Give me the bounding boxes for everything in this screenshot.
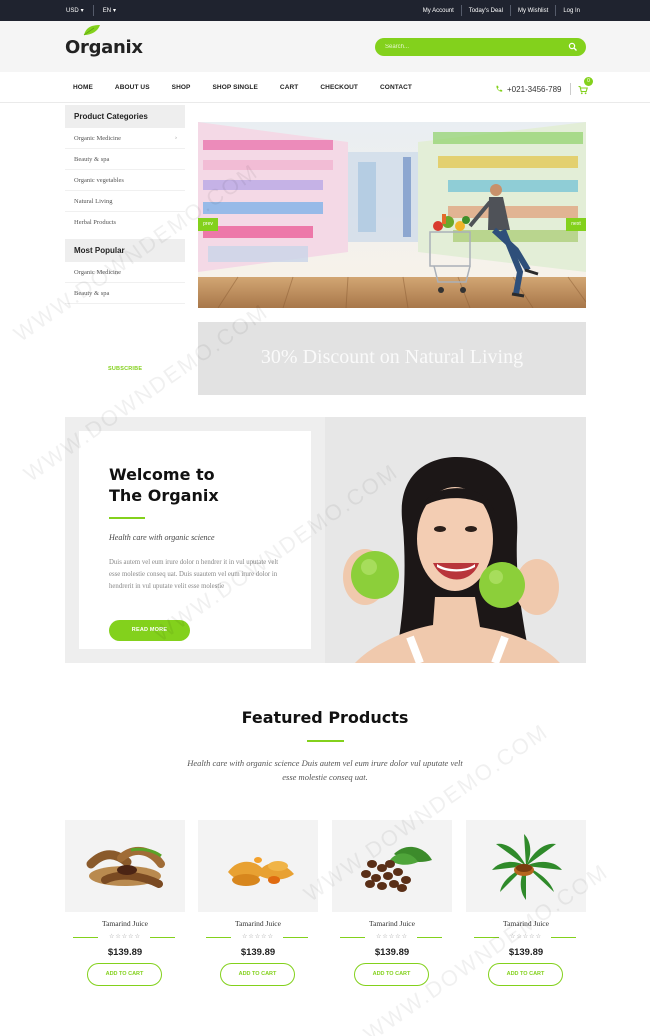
nav-item-home[interactable]: HOME — [73, 84, 93, 91]
welcome-section: Welcome to The Organix Health care with … — [65, 417, 586, 663]
sidebar-item-organic-vegetables[interactable]: Organic vegetables — [65, 170, 185, 191]
todays-deal-link[interactable]: Today's Deal — [469, 8, 503, 14]
product-card[interactable]: Tamarind Juice ☆☆☆☆☆ $139.89 ADD TO CART — [198, 820, 318, 990]
popular-item-label: Organic Medicine — [74, 269, 121, 276]
divider — [150, 937, 175, 938]
divider — [569, 83, 571, 95]
sidebar-item-natural-living[interactable]: Natural Living — [65, 191, 185, 212]
sidebar-item-organic-medicine[interactable]: Organic Medicine › — [65, 128, 185, 149]
nav-item-contact[interactable]: CONTACT — [380, 84, 412, 91]
divider — [509, 5, 511, 16]
product-card[interactable]: Tamarind Juice ☆☆☆☆☆ $139.89 ADD TO CART — [466, 820, 586, 990]
product-name[interactable]: Tamarind Juice — [65, 919, 185, 928]
sidebar: Product Categories Organic Medicine › Be… — [65, 105, 185, 304]
currency-label: USD — [66, 7, 79, 14]
featured-title: Featured Products — [241, 708, 409, 727]
product-image-neem-leaves[interactable] — [466, 820, 586, 912]
add-to-cart-button[interactable]: ADD TO CART — [354, 963, 429, 986]
sidebar-item-label: Herbal Products — [74, 219, 117, 226]
product-name[interactable]: Tamarind Juice — [332, 919, 452, 928]
top-bar: USD ▾ EN ▾ My Account Today's Deal My Wi… — [0, 0, 650, 21]
chevron-right-icon: › — [175, 135, 177, 141]
divider — [551, 937, 576, 938]
hero-slider: prev next — [198, 122, 586, 308]
sidebar-item-label: Organic Medicine — [74, 135, 121, 142]
product-image-coffee[interactable] — [332, 820, 452, 912]
popular-heading: Most Popular — [65, 239, 185, 262]
product-price: $139.89 — [508, 947, 544, 958]
sidebar-item-label: Beauty & spa — [74, 156, 110, 163]
product-card[interactable]: Tamarind Juice ☆☆☆☆☆ $139.89 ADD TO CART — [65, 820, 185, 990]
logo[interactable]: Organix — [65, 25, 143, 58]
divider — [417, 937, 442, 938]
categories-heading: Product Categories — [65, 105, 185, 128]
phone-number[interactable]: +021-3456-789 — [495, 83, 571, 95]
nav-item-about[interactable]: ABOUT US — [115, 84, 150, 91]
logo-text: Organix — [65, 37, 143, 58]
popular-item-beauty-spa[interactable]: Beauty & spa — [65, 283, 185, 304]
product-name[interactable]: Tamarind Juice — [198, 919, 318, 928]
sidebar-item-label: Organic vegetables — [74, 177, 124, 184]
divider — [460, 5, 462, 16]
slider-next-button[interactable]: next — [566, 218, 586, 231]
leaf-icon — [83, 25, 100, 36]
chevron-down-icon: ▾ — [80, 8, 84, 14]
slider-prev-button[interactable]: prev — [198, 218, 218, 231]
welcome-card: Welcome to The Organix Health care with … — [79, 431, 311, 649]
language-label: EN — [102, 7, 112, 14]
phone-icon — [496, 85, 503, 92]
add-to-cart-button[interactable]: ADD TO CART — [488, 963, 563, 986]
nav-item-shop[interactable]: SHOP — [172, 84, 191, 91]
product-price: $139.89 — [240, 947, 276, 958]
title-underline — [307, 740, 344, 742]
search-bar — [375, 38, 586, 56]
nav-item-shop-single[interactable]: SHOP SINGLE — [212, 84, 257, 91]
search-input[interactable] — [385, 41, 565, 53]
product-price: $139.89 — [374, 947, 410, 958]
login-link[interactable]: Log In — [563, 8, 580, 14]
product-name[interactable]: Tamarind Juice — [466, 919, 586, 928]
popular-item-organic-medicine[interactable]: Organic Medicine — [65, 262, 185, 283]
divider — [283, 937, 308, 938]
search-icon[interactable] — [568, 42, 578, 52]
main-nav: HOME ABOUT US SHOP SHOP SINGLE CART CHEC… — [0, 72, 650, 103]
nav-item-cart[interactable]: CART — [280, 84, 298, 91]
add-to-cart-button[interactable]: ADD TO CART — [87, 963, 162, 986]
welcome-subtitle: Health care with organic science — [109, 533, 215, 542]
product-image-tamarind[interactable] — [65, 820, 185, 912]
divider — [92, 5, 94, 16]
currency-selector[interactable]: USD ▾ — [66, 7, 84, 15]
site-header: Organix — [0, 21, 650, 72]
nav-item-checkout[interactable]: CHECKOUT — [320, 84, 358, 91]
product-card[interactable]: Tamarind Juice ☆☆☆☆☆ $139.89 ADD TO CART — [332, 820, 452, 990]
welcome-title: Welcome to The Organix — [109, 464, 299, 506]
welcome-title-line1: Welcome to — [109, 465, 215, 484]
cart-icon — [578, 85, 588, 95]
product-price: $139.89 — [107, 947, 143, 958]
cart-count-badge: 0 — [584, 77, 593, 86]
promo-banner[interactable]: 30% Discount on Natural Living — [198, 322, 586, 395]
featured-subtitle: Health care with organic science Duis au… — [187, 758, 463, 782]
my-wishlist-link[interactable]: My Wishlist — [518, 8, 548, 14]
phone-text: +021-3456-789 — [507, 84, 562, 94]
chevron-down-icon: ▾ — [113, 8, 117, 14]
welcome-body: Duis autem vel eum irure dolor n hendrer… — [109, 559, 279, 590]
subscribe-link[interactable]: SUBSCRIBE — [108, 366, 142, 372]
product-image-turmeric[interactable] — [198, 820, 318, 912]
cart-button[interactable]: 0 — [578, 77, 593, 95]
sidebar-item-herbal-products[interactable]: Herbal Products — [65, 212, 185, 233]
promo-text: 30% Discount on Natural Living — [260, 346, 524, 368]
sidebar-item-beauty-spa[interactable]: Beauty & spa — [65, 149, 185, 170]
add-to-cart-button[interactable]: ADD TO CART — [220, 963, 295, 986]
language-selector[interactable]: EN ▾ — [102, 7, 117, 15]
welcome-title-line2: The Organix — [109, 486, 219, 505]
popular-item-label: Beauty & spa — [74, 290, 110, 297]
my-account-link[interactable]: My Account — [423, 8, 454, 14]
read-more-button[interactable]: READ MORE — [109, 620, 190, 641]
woman-with-apples-image — [325, 417, 586, 663]
sidebar-item-label: Natural Living — [74, 198, 113, 205]
supermarket-image — [198, 122, 586, 308]
divider — [555, 5, 557, 16]
title-underline — [109, 517, 145, 519]
